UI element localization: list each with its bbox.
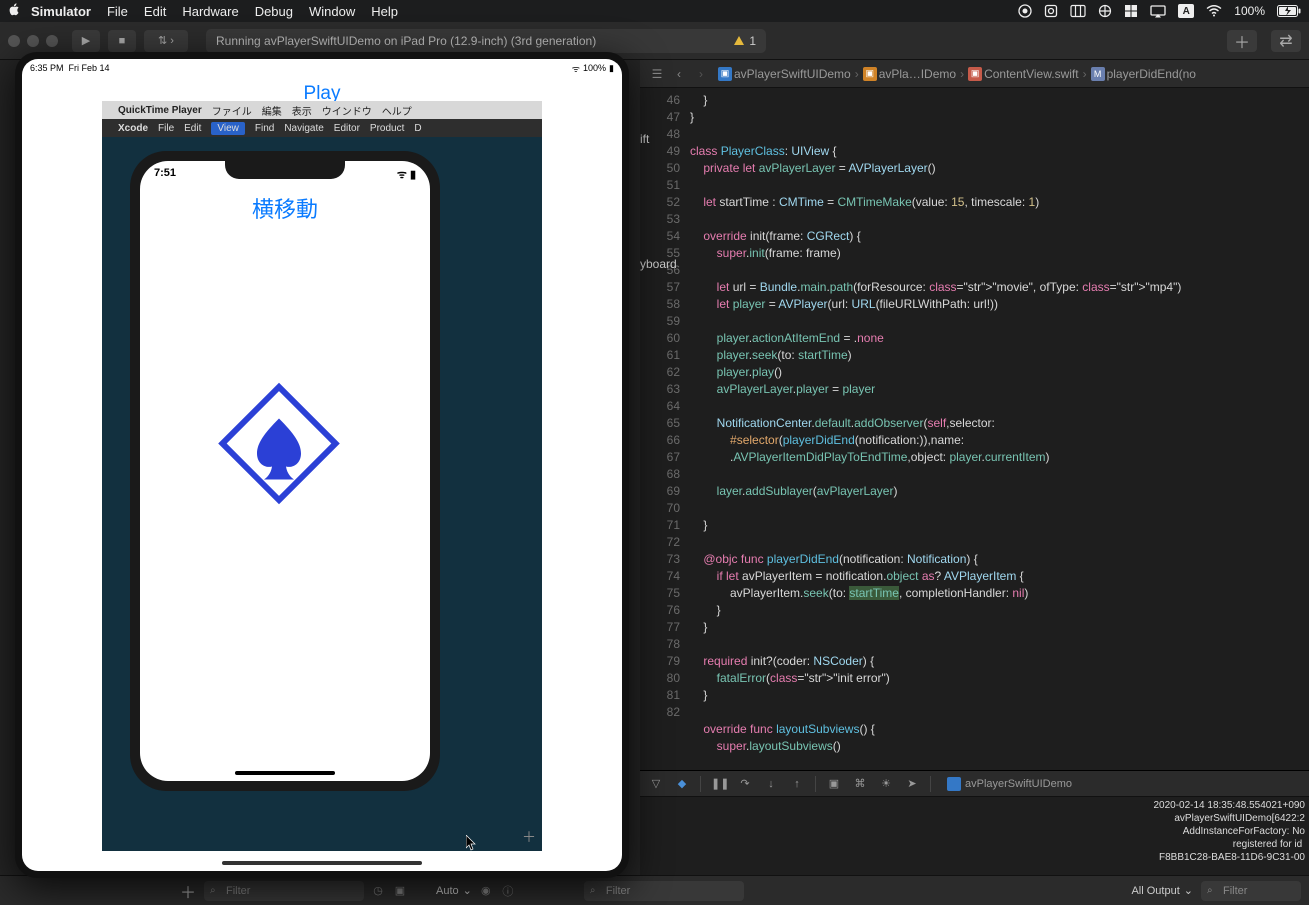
menubar-edit[interactable]: Edit xyxy=(144,4,166,19)
inner-xcode-menubar: Xcode File Edit View Find Navigate Edito… xyxy=(102,119,542,137)
scheme-selector[interactable]: ⇅ › xyxy=(144,30,188,52)
navigator-filter-input[interactable]: ⌕ Filter xyxy=(204,881,364,901)
step-out-icon[interactable]: ↑ xyxy=(789,778,805,790)
filter-search-icon: ⌕ xyxy=(1207,885,1213,896)
env-overrides-icon[interactable]: ☀ xyxy=(878,777,894,790)
add-filter-button[interactable]: ＋ xyxy=(178,879,198,903)
warnings-indicator[interactable]: 1 xyxy=(733,34,756,48)
stop-button[interactable]: ■ xyxy=(108,30,136,52)
activity-text: Running avPlayerSwiftUIDemo on iPad Pro … xyxy=(216,34,596,48)
pause-icon[interactable]: ❚❚ xyxy=(711,777,727,790)
menubar-file[interactable]: File xyxy=(107,4,128,19)
menubar-help[interactable]: Help xyxy=(371,4,398,19)
video-player-view[interactable]: QuickTime Player ファイル 編集 表示 ウインドウ ヘルプ Xc… xyxy=(102,101,542,851)
activity-status: Running avPlayerSwiftUIDemo on iPad Pro … xyxy=(206,29,766,53)
filter-search-icon: ⌕ xyxy=(210,885,216,896)
screenrecord-icon[interactable] xyxy=(1018,4,1032,18)
menubar-hardware[interactable]: Hardware xyxy=(182,4,238,19)
ipad-status-bar: 6:35 PM Fri Feb 14 ᯤ 100% ▮ xyxy=(22,59,622,77)
breakpoints-icon[interactable]: ◆ xyxy=(674,777,690,790)
menubar-window[interactable]: Window xyxy=(309,4,355,19)
scm-filter-icon[interactable]: ▣ xyxy=(392,884,408,897)
variables-filter-input[interactable]: ⌕ Filter xyxy=(584,881,744,901)
menubar-app-name[interactable]: Simulator xyxy=(31,4,91,19)
navigator-peek-2: yboard xyxy=(640,257,677,271)
nav-forward-icon[interactable]: › xyxy=(692,67,710,81)
hide-debug-icon[interactable]: ▽ xyxy=(648,777,664,790)
status-icon-2[interactable] xyxy=(1070,4,1086,18)
filter-search-icon: ⌕ xyxy=(590,885,596,896)
simulator-window[interactable]: 6:35 PM Fri Feb 14 ᯤ 100% ▮ Play QuickTi… xyxy=(15,52,629,878)
status-icon-1[interactable] xyxy=(1044,4,1058,18)
method-icon: M xyxy=(1091,67,1105,81)
battery-percent: 100% xyxy=(1234,4,1265,18)
wifi-icon[interactable] xyxy=(1206,5,1222,17)
status-icon-4[interactable] xyxy=(1124,4,1138,18)
debug-target[interactable]: avPlayerSwiftUIDemo xyxy=(947,777,1072,791)
project-icon: ▣ xyxy=(718,67,732,81)
code-content[interactable]: }} class PlayerClass: UIView { private l… xyxy=(690,88,1309,770)
editor-nav: ☰ ‹ › xyxy=(648,67,710,81)
status-icon-3[interactable] xyxy=(1098,4,1112,18)
console-filter-input[interactable]: ⌕ Filter xyxy=(1201,881,1301,901)
spade-diamond-graphic xyxy=(209,374,349,519)
mouse-cursor xyxy=(466,835,478,851)
view-debug-icon[interactable]: ▣ xyxy=(826,777,842,790)
all-output-dropdown[interactable]: All Output ⌄ xyxy=(1131,884,1193,897)
info-icon[interactable]: ⓘ xyxy=(500,883,516,899)
ipad-screen[interactable]: 6:35 PM Fri Feb 14 ᯤ 100% ▮ Play QuickTi… xyxy=(22,59,622,871)
library-button[interactable]: ＋ xyxy=(1227,30,1257,52)
code-review-button[interactable]: ⇄ xyxy=(1271,30,1301,52)
menubar-right-icons: A 100% xyxy=(1018,4,1301,18)
quicktime-menubar: QuickTime Player ファイル 編集 表示 ウインドウ ヘルプ xyxy=(102,101,542,119)
battery-icon[interactable] xyxy=(1277,5,1301,17)
menubar-debug[interactable]: Debug xyxy=(255,4,293,19)
target-app-icon xyxy=(947,777,961,791)
inner-plus-icon: ＋ xyxy=(522,827,536,847)
folder-icon: ▣ xyxy=(863,67,877,81)
step-over-icon[interactable]: ↷ xyxy=(737,777,753,790)
recent-filter-icon[interactable]: ◷ xyxy=(370,884,386,897)
step-into-icon[interactable]: ↓ xyxy=(763,778,779,790)
breadcrumb[interactable]: ▣ avPlayerSwiftUIDemo › ▣ avPla…IDemo › … xyxy=(718,67,1196,81)
line-gutter: 4647484950515253545556575859606162636465… xyxy=(640,88,690,770)
navigator-peek-1: ift xyxy=(640,132,649,146)
apple-menu-icon[interactable] xyxy=(8,3,21,19)
inner-iphone-frame: 7:51 ᯤ ▮ 横移動 xyxy=(130,151,440,791)
input-source-icon[interactable]: A xyxy=(1178,4,1194,18)
iphone-home-indicator xyxy=(235,771,335,775)
macos-menubar: Simulator File Edit Hardware Debug Windo… xyxy=(0,0,1309,22)
bottom-filter-bar: ＋ ⌕ Filter ◷ ▣ Auto ⌄ ◉ ⓘ ⌕ Filter All O… xyxy=(0,875,1309,905)
location-icon[interactable]: ➤ xyxy=(904,777,920,790)
related-items-icon[interactable]: ☰ xyxy=(648,67,666,81)
airplay-icon[interactable] xyxy=(1150,5,1166,18)
nav-back-icon[interactable]: ‹ xyxy=(670,67,688,81)
eye-icon[interactable]: ◉ xyxy=(478,884,494,897)
debug-toolbar: ▽ ◆ ❚❚ ↷ ↓ ↑ ▣ ⌘ ☀ ➤ avPlayerSwiftUIDemo xyxy=(640,771,1309,797)
editor-tab-bar: ☰ ‹ › ▣ avPlayerSwiftUIDemo › ▣ avPla…ID… xyxy=(640,60,1309,88)
battery-icon: ▮ xyxy=(609,63,614,74)
code-editor[interactable]: 4647484950515253545556575859606162636465… xyxy=(640,88,1309,770)
ipad-home-indicator xyxy=(222,861,422,865)
auto-dropdown[interactable]: Auto ⌄ xyxy=(436,884,472,897)
iphone-notch xyxy=(225,161,345,179)
wifi-icon: ᯤ xyxy=(572,62,580,75)
swift-file-icon: ▣ xyxy=(968,67,982,81)
inner-app-title: 横移動 xyxy=(140,192,430,224)
window-traffic-lights[interactable] xyxy=(8,35,58,47)
memory-graph-icon[interactable]: ⌘ xyxy=(852,777,868,790)
run-button[interactable]: ▶ xyxy=(72,30,100,52)
